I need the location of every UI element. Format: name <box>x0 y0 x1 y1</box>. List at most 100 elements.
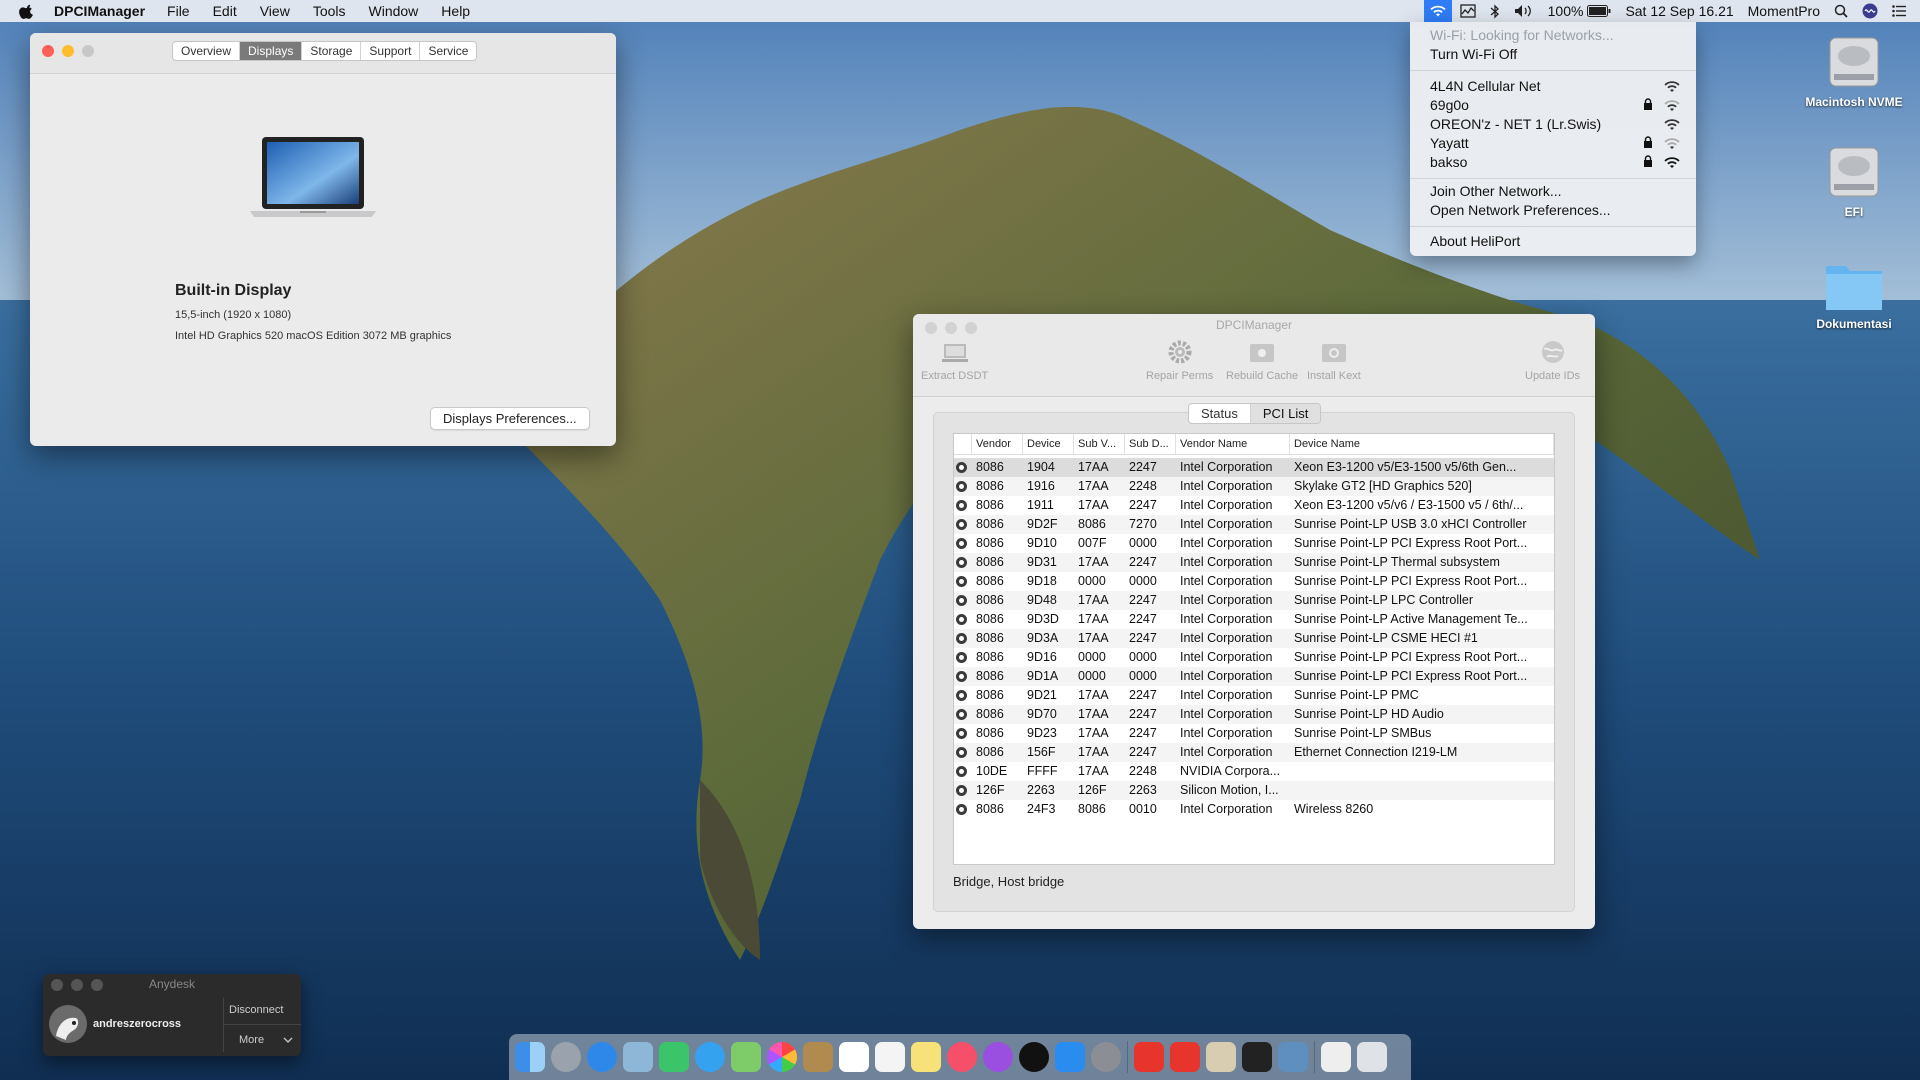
maps-icon[interactable] <box>731 1042 761 1072</box>
apple-icon[interactable] <box>18 2 36 20</box>
rebuild-cache-button[interactable]: Rebuild Cache <box>1226 338 1298 382</box>
menu-window[interactable]: Window <box>369 3 419 19</box>
desktop-icon-macintosh-nvme[interactable]: Macintosh NVME <box>1784 30 1920 109</box>
dpci-window-titlebar[interactable]: DPCIManager Extract DSDT Repair Perms Re… <box>913 314 1595 397</box>
menubar-user[interactable]: MomentPro <box>1748 3 1820 19</box>
table-row[interactable]: 8086 9D16 0000 0000 Intel Corporation Sunrise… <box>954 648 1554 667</box>
table-row[interactable]: 8086 9D3D 17AA 2247 Intel Corporation Sunrise… <box>954 610 1554 629</box>
column-header-vendor[interactable]: Vendor <box>972 434 1023 454</box>
menu-help[interactable]: Help <box>441 3 470 19</box>
tab-overview[interactable]: Overview <box>173 42 241 60</box>
menubar-clock[interactable]: Sat 12 Sep 16.21 <box>1625 3 1733 19</box>
close-button[interactable] <box>42 45 54 57</box>
column-header-device-name[interactable]: Device Name <box>1290 434 1554 454</box>
apple-tv-icon[interactable] <box>1019 1042 1049 1072</box>
calendar-icon[interactable] <box>839 1042 869 1072</box>
app-store-icon[interactable] <box>1055 1042 1085 1072</box>
pci-device-table[interactable]: Vendor Device Sub V... Sub D... Vendor N… <box>953 433 1555 865</box>
update-ids-button[interactable]: Update IDs <box>1525 338 1580 382</box>
table-row[interactable]: 10DE FFFF 17AA 2248 NVIDIA Corpora... <box>954 762 1554 781</box>
notes-icon[interactable] <box>911 1042 941 1072</box>
menu-file[interactable]: File <box>167 3 190 19</box>
join-other-network-item[interactable]: Join Other Network... <box>1430 183 1562 199</box>
script-editor-icon[interactable] <box>1206 1042 1236 1072</box>
install-kext-button[interactable]: Install Kext <box>1307 338 1361 382</box>
table-row[interactable]: 8086 9D21 17AA 2247 Intel Corporation Sunrise… <box>954 686 1554 705</box>
contacts-icon[interactable] <box>803 1042 833 1072</box>
tab-displays[interactable]: Displays <box>240 42 303 60</box>
repair-perms-button[interactable]: Repair Perms <box>1146 338 1213 382</box>
spotlight-search-icon[interactable] <box>1834 4 1848 18</box>
table-row[interactable]: 8086 1904 17AA 2247 Intel Corporation Xeon E3… <box>954 458 1554 477</box>
anydesk-dock-icon[interactable] <box>1134 1042 1164 1072</box>
tab-storage[interactable]: Storage <box>302 42 362 60</box>
activity-monitor-icon[interactable] <box>1459 4 1476 18</box>
wifi-status-icon[interactable] <box>1423 0 1452 22</box>
open-network-prefs-item[interactable]: Open Network Preferences... <box>1430 202 1611 218</box>
table-row[interactable]: 8086 24F3 8086 0010 Intel Corporation Wireles… <box>954 800 1554 819</box>
column-header-device[interactable]: Device <box>1023 434 1074 454</box>
anydesk-dock-icon-2[interactable] <box>1170 1042 1200 1072</box>
notification-center-icon[interactable] <box>1892 5 1906 17</box>
finder-icon[interactable] <box>515 1042 545 1072</box>
network-item-oreonz[interactable]: OREON'z - NET 1 (Lr.Swis) <box>1430 116 1601 132</box>
chevron-down-icon[interactable] <box>283 1037 293 1043</box>
network-item-4l4n[interactable]: 4L4N Cellular Net <box>1430 78 1541 94</box>
extract-dsdt-button[interactable]: Extract DSDT <box>921 338 988 382</box>
documents-stack-icon[interactable] <box>1321 1042 1351 1072</box>
desktop-icon-dokumentasi[interactable]: Dokumentasi <box>1784 258 1920 331</box>
preview-icon[interactable] <box>623 1042 653 1072</box>
terminal-icon[interactable] <box>1242 1042 1272 1072</box>
table-row[interactable]: 8086 1916 17AA 2248 Intel Corporation Skylake… <box>954 477 1554 496</box>
disconnect-button[interactable]: Disconnect <box>229 1004 283 1016</box>
table-row[interactable]: 8086 9D10 007F 0000 Intel Corporation Sunrise… <box>954 534 1554 553</box>
reminders-icon[interactable] <box>875 1042 905 1072</box>
minimize-button[interactable] <box>62 45 74 57</box>
network-item-69g0o[interactable]: 69g0o <box>1430 97 1469 113</box>
table-row[interactable]: 8086 9D48 17AA 2247 Intel Corporation Sunrise… <box>954 591 1554 610</box>
column-header-subdevice[interactable]: Sub D... <box>1125 434 1176 454</box>
bluetooth-icon[interactable] <box>1490 3 1500 19</box>
zoom-button[interactable] <box>82 45 94 57</box>
battery-icon[interactable] <box>1587 5 1611 17</box>
more-button[interactable]: More <box>239 1034 264 1046</box>
table-row[interactable]: 8086 9D70 17AA 2247 Intel Corporation Sunrise… <box>954 705 1554 724</box>
table-row[interactable]: 8086 9D23 17AA 2247 Intel Corporation Sunrise… <box>954 724 1554 743</box>
desktop-icon-efi[interactable]: EFI <box>1784 140 1920 219</box>
messages-icon[interactable] <box>695 1042 725 1072</box>
column-header-vendor-name[interactable]: Vendor Name <box>1176 434 1290 454</box>
menu-tools[interactable]: Tools <box>313 3 346 19</box>
photos-icon[interactable] <box>767 1042 797 1072</box>
siri-icon[interactable] <box>1862 3 1878 19</box>
about-window-titlebar[interactable]: Overview Displays Storage Support Servic… <box>30 33 616 74</box>
safari-icon[interactable] <box>587 1042 617 1072</box>
tab-status[interactable]: Status <box>1189 404 1251 423</box>
table-row[interactable]: 8086 9D3A 17AA 2247 Intel Corporation Sunrise… <box>954 629 1554 648</box>
tab-pci-list[interactable]: PCI List <box>1250 404 1321 423</box>
about-heliport-item[interactable]: About HeliPort <box>1430 233 1520 249</box>
table-row[interactable]: 8086 9D1A 0000 0000 Intel Corporation Sunrise… <box>954 667 1554 686</box>
tab-support[interactable]: Support <box>361 42 421 60</box>
podcasts-icon[interactable] <box>983 1042 1013 1072</box>
volume-icon[interactable] <box>1514 4 1534 18</box>
table-row[interactable]: 8086 9D18 0000 0000 Intel Corporation Sunrise… <box>954 572 1554 591</box>
table-row[interactable]: 8086 1911 17AA 2247 Intel Corporation Xeon E3… <box>954 496 1554 515</box>
music-icon[interactable] <box>947 1042 977 1072</box>
column-header-subvendor[interactable]: Sub V... <box>1074 434 1125 454</box>
table-row[interactable]: 8086 156F 17AA 2247 Intel Corporation Etherne… <box>954 743 1554 762</box>
network-item-yayatt[interactable]: Yayatt <box>1430 135 1469 151</box>
facetime-icon[interactable] <box>659 1042 689 1072</box>
column-header-icon[interactable] <box>954 434 972 454</box>
table-row[interactable]: 8086 9D31 17AA 2247 Intel Corporation Sunrise… <box>954 553 1554 572</box>
displays-preferences-button[interactable]: Displays Preferences... <box>430 407 590 430</box>
menu-edit[interactable]: Edit <box>213 3 237 19</box>
system-preferences-icon[interactable] <box>1091 1042 1121 1072</box>
network-item-bakso[interactable]: bakso <box>1430 154 1467 170</box>
launchpad-icon[interactable] <box>551 1042 581 1072</box>
menu-view[interactable]: View <box>260 3 290 19</box>
network-utility-icon[interactable] <box>1278 1042 1308 1072</box>
table-row[interactable]: 126F 2263 126F 2263 Silicon Motion, I... <box>954 781 1554 800</box>
tab-service[interactable]: Service <box>420 42 476 60</box>
table-row[interactable]: 8086 9D2F 8086 7270 Intel Corporation Sunrise… <box>954 515 1554 534</box>
trash-icon[interactable] <box>1357 1042 1387 1072</box>
